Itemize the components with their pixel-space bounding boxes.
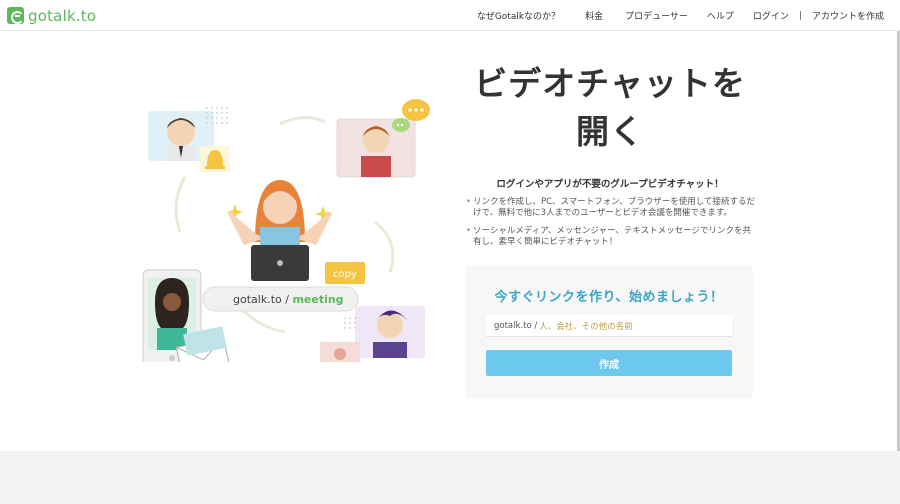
bell-icon: [200, 146, 230, 172]
create-link-card: 今すぐリンクを作り、始めましょう！ gotalk.to / 人、会社、その他の名…: [465, 266, 753, 398]
hero-subtitle: ログインやアプリが不要のグループビデオチャット！: [496, 179, 724, 190]
arrow-decoration: [374, 220, 395, 273]
create-button[interactable]: 作成: [486, 350, 732, 376]
card-title: 今すぐリンクを作り、始めましょう！: [494, 290, 724, 305]
feature-item: リンクを作成し、PC、スマートフォン、ブラウザーを使用して接続するだけで、無料で…: [466, 197, 756, 219]
nav-link-why[interactable]: なぜGotalkなのか？: [477, 9, 560, 22]
nav-link-signup[interactable]: アカウントを作成: [812, 9, 884, 22]
copy-tag: copy: [325, 262, 365, 284]
nav-link-login[interactable]: ログイン: [753, 9, 789, 22]
gotalk-logo-icon: [7, 7, 24, 24]
room-name-input[interactable]: gotalk.to / 人、会社、その他の名前: [486, 315, 732, 337]
input-prefix: gotalk.to /: [494, 320, 538, 331]
feature-list: リンクを作成し、PC、スマートフォン、ブラウザーを使用して接続するだけで、無料で…: [466, 197, 756, 255]
avatar-woman-center: [227, 180, 333, 281]
nav-link-producer[interactable]: プロデューサー: [625, 9, 688, 22]
hero-section: copy gotalk.to / meeting ビデオチャットを開く ログイン…: [0, 31, 897, 451]
dot-grid-decoration: [344, 317, 356, 329]
nav-link-pricing[interactable]: 料金: [585, 9, 603, 22]
hero-title: ビデオチャットを開く: [474, 64, 746, 151]
input-placeholder: 人、会社、その他の名前: [539, 321, 633, 332]
svg-text:gotalk.to / meeting: gotalk.to / meeting: [233, 293, 344, 306]
url-pill: gotalk.to / meeting: [202, 286, 359, 312]
brand-name: gotalk.to: [28, 6, 97, 25]
nav-link-help[interactable]: ヘルプ: [707, 9, 734, 22]
arrow-decoration: [279, 116, 326, 126]
main-nav: なぜGotalkなのか？ 料金 プロデューサー ヘルプ ログイン | アカウント…: [477, 0, 884, 31]
nav-separator: |: [798, 10, 802, 21]
feature-item: ソーシャルメディア、メッセンジャー、テキストメッセージでリンクを共有し、素早く簡…: [466, 226, 756, 248]
arrow-decoration: [174, 176, 187, 233]
video-chat-illustration: copy gotalk.to / meeting: [142, 99, 430, 362]
avatar-placeholder: [320, 342, 360, 362]
brand-logo[interactable]: gotalk.to: [7, 6, 97, 25]
top-navigation-bar: gotalk.to なぜGotalkなのか？ 料金 プロデューサー ヘルプ ログ…: [0, 0, 900, 31]
svg-text:copy: copy: [333, 269, 357, 280]
avatar-man-right: [355, 306, 425, 358]
